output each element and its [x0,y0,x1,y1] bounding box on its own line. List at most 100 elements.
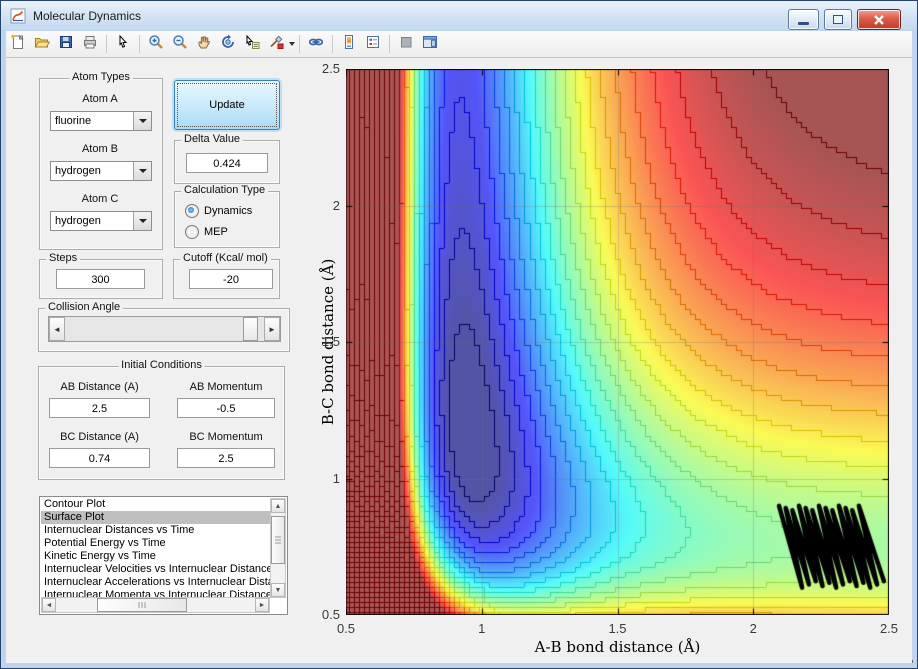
edit-plot-button[interactable] [112,33,134,55]
title-bar[interactable]: Molecular Dynamics [1,1,917,30]
application-window: Molecular Dynamics ↘ Atom Types Atom A f… [0,0,918,669]
rotate-3d-button[interactable] [217,33,239,55]
print-figure-icon [82,34,98,55]
save-figure-button[interactable] [55,33,77,55]
list-item[interactable]: Potential Energy vs Time [41,537,270,550]
radio-dynamics[interactable]: Dynamics [185,204,252,218]
bc-momentum-field[interactable]: 2.5 [177,448,275,468]
insert-colorbar-button[interactable] [338,33,360,55]
calculation-type-title: Calculation Type [181,184,269,196]
vertical-scrollbar[interactable]: ▲ ▼ [270,498,286,598]
insert-colorbar-icon [341,34,357,55]
open-file-button[interactable] [31,33,53,55]
scroll-up-button[interactable]: ▲ [271,499,285,513]
delta-value-title: Delta Value [181,133,244,145]
zoom-in-button[interactable] [145,33,167,55]
scroll-down-button[interactable]: ▼ [271,583,285,597]
show-plot-tools-dock-icon [422,34,438,55]
initial-conditions-title: Initial Conditions [118,359,205,371]
horizontal-scroll-thumb[interactable] [97,598,187,612]
print-figure-button[interactable] [79,33,101,55]
steps-title: Steps [46,252,81,264]
close-button[interactable] [857,9,901,30]
pan-button[interactable] [193,33,215,55]
atom-b-label: Atom B [81,143,119,155]
y-tick-label: 0.5 [321,607,340,622]
hide-plot-tools-icon [398,34,414,55]
radio-mep-icon[interactable] [185,225,199,239]
brush-data-icon [268,34,284,55]
thumb-grip [275,536,281,544]
data-cursor-button[interactable] [241,33,263,55]
steps-field[interactable]: 300 [56,269,145,289]
insert-legend-icon [365,34,381,55]
ab-distance-field[interactable]: 2.5 [49,398,150,418]
minimize-icon [798,22,809,25]
toolbar-separator [332,35,333,53]
chevron-down-icon[interactable] [289,42,295,46]
list-item[interactable]: Contour Plot [41,498,270,511]
data-cursor-icon [244,34,260,55]
toolbar-separator [106,35,107,53]
hide-plot-tools-button[interactable] [395,33,417,55]
slider-left-arrow[interactable]: ◄ [49,317,65,341]
radio-mep-label: MEP [204,226,228,238]
scroll-right-button[interactable]: ► [255,598,269,612]
update-button[interactable]: Update [174,80,280,130]
atom-b-dropdown[interactable]: hydrogen [50,161,152,181]
window-title: Molecular Dynamics [33,8,142,23]
close-icon [874,14,884,25]
zoom-out-button[interactable] [169,33,191,55]
ab-momentum-field[interactable]: -0.5 [177,398,275,418]
scroll-left-button[interactable]: ◄ [42,598,56,612]
toolbar-separator [389,35,390,53]
toolbar-separator [299,35,300,53]
y-tick-label: 1.5 [321,334,340,349]
atom-b-dropdown-button[interactable] [133,162,151,180]
new-figure-icon [10,34,26,55]
atom-c-dropdown[interactable]: hydrogen [50,211,152,231]
list-item[interactable]: Internuclear Accelerations vs Internucle… [41,576,270,589]
list-item[interactable]: Kinetic Energy vs Time [41,550,270,563]
new-figure-button[interactable] [7,33,29,55]
slider-right-arrow[interactable]: ► [264,317,280,341]
window-controls [788,9,901,30]
minimize-button[interactable] [788,9,819,30]
list-item[interactable]: Internuclear Distances vs Time [41,524,270,537]
atom-a-label: Atom A [82,93,118,105]
cutoff-field[interactable]: -20 [189,269,273,289]
restore-icon [833,15,843,24]
toolbar-separator [139,35,140,53]
atom-a-dropdown[interactable]: fluorine [50,111,152,131]
collision-angle-slider[interactable]: ◄ ► [48,316,281,342]
list-item[interactable]: Surface Plot [41,511,270,524]
cutoff-title: Cutoff (Kcal/ mol) [180,252,271,264]
edit-plot-icon [115,34,131,55]
plot-type-list: Contour Plot Surface Plot Internuclear Dis… [41,498,270,598]
contour-plot-canvas[interactable] [346,69,889,615]
link-plot-button[interactable] [305,33,327,55]
radio-dynamics-label: Dynamics [204,205,253,217]
atom-c-value: hydrogen [55,215,101,227]
bc-distance-label: BC Distance (A) [60,431,139,443]
insert-legend-button[interactable] [362,33,384,55]
slider-thumb[interactable] [243,317,259,341]
bc-distance-field[interactable]: 0.74 [49,448,150,468]
chevron-down-icon [138,219,147,223]
plot-type-listbox[interactable]: Contour Plot Surface Plot Internuclear Dis… [39,496,288,615]
y-tick-label: 2.5 [321,61,340,76]
save-figure-icon [58,34,74,55]
atom-a-dropdown-button[interactable] [133,112,151,130]
atom-c-dropdown-button[interactable] [133,212,151,230]
horizontal-scrollbar[interactable]: ◄ ► [41,597,270,613]
atom-a-value: fluorine [55,115,92,127]
delta-value-field[interactable]: 0.424 [186,153,268,173]
collision-angle-title: Collision Angle [45,301,124,313]
vertical-scroll-thumb[interactable] [271,516,285,564]
radio-mep[interactable]: MEP [185,225,228,239]
restore-button[interactable] [824,9,852,30]
show-plot-tools-dock-button[interactable] [419,33,441,55]
brush-data-button[interactable] [265,33,287,55]
radio-dynamics-icon[interactable] [185,204,199,218]
list-item[interactable]: Internuclear Velocities vs Internuclear … [41,563,270,576]
